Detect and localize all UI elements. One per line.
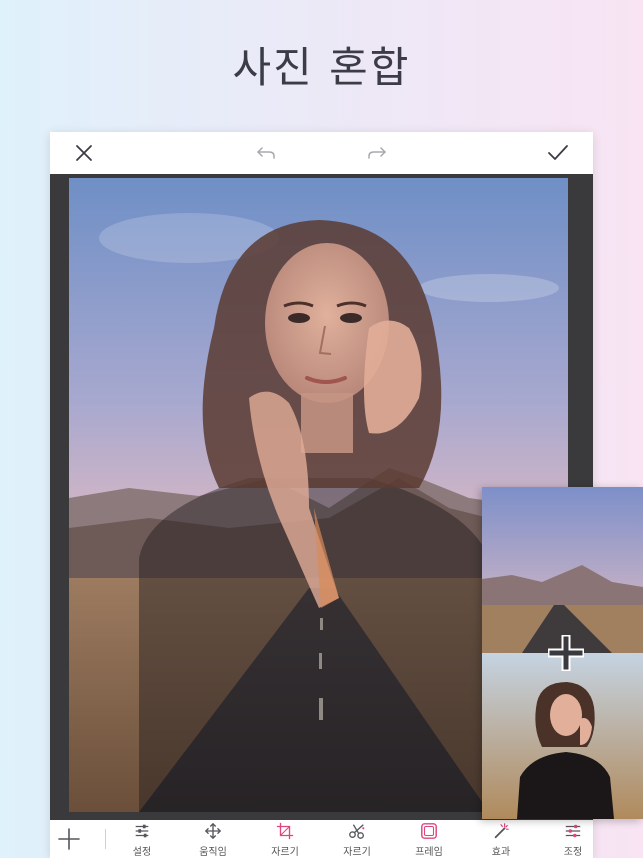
tool-settings[interactable]: 설정 xyxy=(114,822,170,858)
scissors-icon xyxy=(349,824,365,839)
tool-label: 자르기 xyxy=(271,847,299,858)
tool-adjust[interactable]: 조정 xyxy=(545,822,593,858)
crop-icon xyxy=(276,822,294,840)
tool-effect[interactable]: 효과 xyxy=(473,822,529,858)
portrait-source-photo xyxy=(482,653,643,819)
magic-wand-icon xyxy=(494,823,509,839)
plus-icon xyxy=(58,828,80,850)
plus-icon xyxy=(548,635,584,671)
headline: 사진 혼합 xyxy=(232,43,411,92)
editor-top-bar xyxy=(50,132,593,174)
adjust-sliders-icon xyxy=(565,824,581,838)
tool-label: 움직임 xyxy=(199,847,227,858)
frame-icon xyxy=(421,823,437,839)
toolbar-divider xyxy=(105,829,106,849)
tool-crop[interactable]: 자르기 xyxy=(257,822,313,858)
redo-button[interactable] xyxy=(363,140,391,166)
close-button[interactable] xyxy=(70,140,98,166)
editor-toolbar: 설정 움직임 자르기 자르기 프레임 효과 조정 xyxy=(50,820,593,858)
tool-label: 프레임 xyxy=(415,847,443,858)
redo-icon xyxy=(368,147,386,159)
tool-cut[interactable]: 자르기 xyxy=(329,822,385,858)
sliders-icon xyxy=(135,824,149,838)
undo-button[interactable] xyxy=(252,140,280,166)
tool-frame[interactable]: 프레임 xyxy=(401,822,457,858)
add-photo-button[interactable] xyxy=(56,826,82,852)
confirm-button[interactable] xyxy=(544,140,572,166)
close-icon xyxy=(76,145,92,161)
tool-label: 설정 xyxy=(132,847,152,858)
tool-label: 효과 xyxy=(491,847,511,858)
move-arrows-icon xyxy=(204,822,222,840)
undo-icon xyxy=(257,147,275,159)
tool-label: 자르기 xyxy=(343,847,371,858)
source-photos-inset xyxy=(482,487,643,819)
checkmark-icon xyxy=(548,145,568,160)
tool-label: 조정 xyxy=(563,847,583,858)
landscape-source-photo xyxy=(482,487,643,653)
tool-move[interactable]: 움직임 xyxy=(185,822,241,858)
